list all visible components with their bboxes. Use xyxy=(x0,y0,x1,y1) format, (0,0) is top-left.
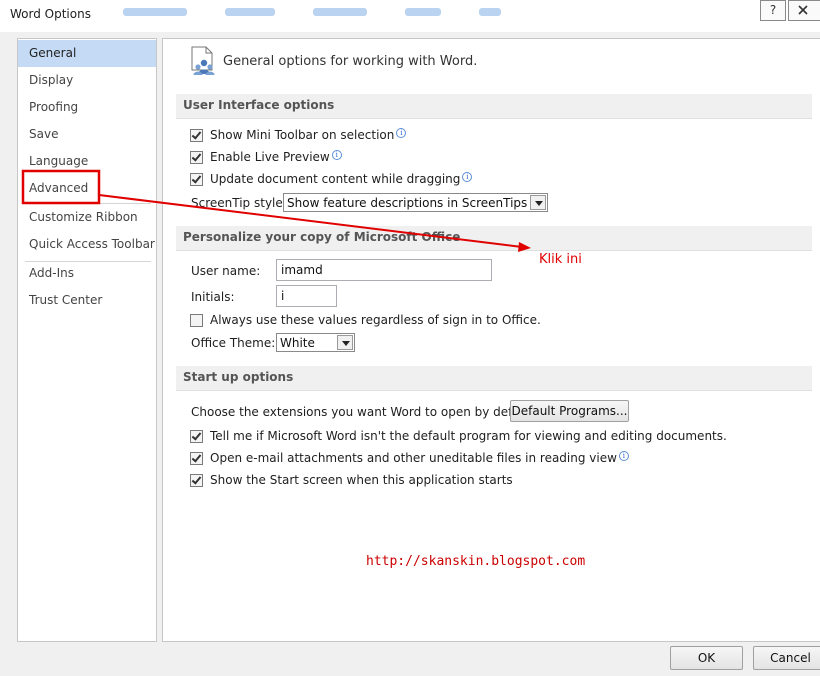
sidebar-item-proofing[interactable]: Proofing xyxy=(18,94,156,121)
window-title: Word Options xyxy=(10,7,91,21)
update-dragging-label: Update document content while dragging i xyxy=(210,172,473,186)
section-title: Start up options xyxy=(183,370,294,384)
sidebar-item-language[interactable]: Language xyxy=(18,148,156,175)
general-options-icon xyxy=(191,46,215,75)
ok-button[interactable]: OK xyxy=(670,646,743,670)
extensions-label: Choose the extensions you want Word to o… xyxy=(191,405,540,419)
mini-toolbar-label: Show Mini Toolbar on selection i xyxy=(210,128,407,142)
info-icon: i xyxy=(618,451,629,461)
section-title: Personalize your copy of Microsoft Offic… xyxy=(183,230,461,244)
update-dragging-checkbox[interactable] xyxy=(190,173,203,186)
live-preview-label: Enable Live Preview i xyxy=(210,150,342,164)
section-header-startup: Start up options xyxy=(176,366,812,391)
blurred-tabs xyxy=(123,8,501,18)
office-theme-select[interactable]: White xyxy=(276,333,355,352)
live-preview-checkbox[interactable] xyxy=(190,151,203,164)
sidebar-item-advanced[interactable]: Advanced xyxy=(18,175,156,202)
open-email-checkbox[interactable] xyxy=(190,452,203,465)
sidebar-item-general[interactable]: General xyxy=(18,40,156,67)
screentip-label: ScreenTip style: xyxy=(191,196,287,210)
tell-me-label: Tell me if Microsoft Word isn't the defa… xyxy=(210,429,727,443)
sidebar-item-quick-access-toolbar[interactable]: Quick Access Toolbar xyxy=(18,231,156,258)
dropdown-arrow-icon[interactable] xyxy=(530,195,546,210)
dropdown-arrow-icon[interactable] xyxy=(337,335,353,350)
default-programs-button[interactable]: Default Programs... xyxy=(510,400,629,422)
section-header-personalize: Personalize your copy of Microsoft Offic… xyxy=(176,226,812,251)
section-title: User Interface options xyxy=(183,98,335,112)
user-name-label: User name: xyxy=(191,264,261,278)
info-icon: i xyxy=(331,150,342,160)
sidebar-item-add-ins[interactable]: Add-Ins xyxy=(18,260,156,287)
close-button[interactable] xyxy=(788,0,820,21)
info-icon: i xyxy=(396,128,407,138)
show-start-label: Show the Start screen when this applicat… xyxy=(210,473,513,487)
open-email-label: Open e-mail attachments and other unedit… xyxy=(210,451,629,465)
office-theme-value: White xyxy=(280,336,315,350)
initials-value: i xyxy=(281,289,285,303)
help-button[interactable]: ? xyxy=(760,0,786,21)
sidebar-item-save[interactable]: Save xyxy=(18,121,156,148)
watermark-url: http://skanskin.blogspot.com xyxy=(366,554,586,569)
title-bar: Word Options ? xyxy=(0,0,820,32)
sidebar: General Display Proofing Save Language A… xyxy=(17,38,157,642)
sidebar-item-trust-center[interactable]: Trust Center xyxy=(18,287,156,314)
sidebar-item-display[interactable]: Display xyxy=(18,67,156,94)
section-header-ui-options: User Interface options xyxy=(176,94,812,119)
tell-me-checkbox[interactable] xyxy=(190,430,203,443)
mini-toolbar-checkbox[interactable] xyxy=(190,129,203,142)
user-name-value: imamd xyxy=(281,263,323,277)
close-icon xyxy=(798,5,808,15)
initials-input[interactable]: i xyxy=(276,285,337,307)
screentip-value: Show feature descriptions in ScreenTips xyxy=(287,196,528,210)
page-header: General options for working with Word. xyxy=(223,54,478,69)
sidebar-item-customize-ribbon[interactable]: Customize Ribbon xyxy=(18,204,156,231)
show-start-checkbox[interactable] xyxy=(190,474,203,487)
info-icon: i xyxy=(462,172,473,182)
user-name-input[interactable]: imamd xyxy=(276,259,492,281)
annotation-label: Klik ini xyxy=(539,252,582,267)
screentip-style-select[interactable]: Show feature descriptions in ScreenTips xyxy=(283,193,548,212)
initials-label: Initials: xyxy=(191,290,235,304)
cancel-button[interactable]: Cancel xyxy=(753,646,820,670)
office-theme-label: Office Theme: xyxy=(191,336,276,350)
always-use-label: Always use these values regardless of si… xyxy=(210,313,541,327)
always-use-checkbox[interactable] xyxy=(190,314,203,327)
